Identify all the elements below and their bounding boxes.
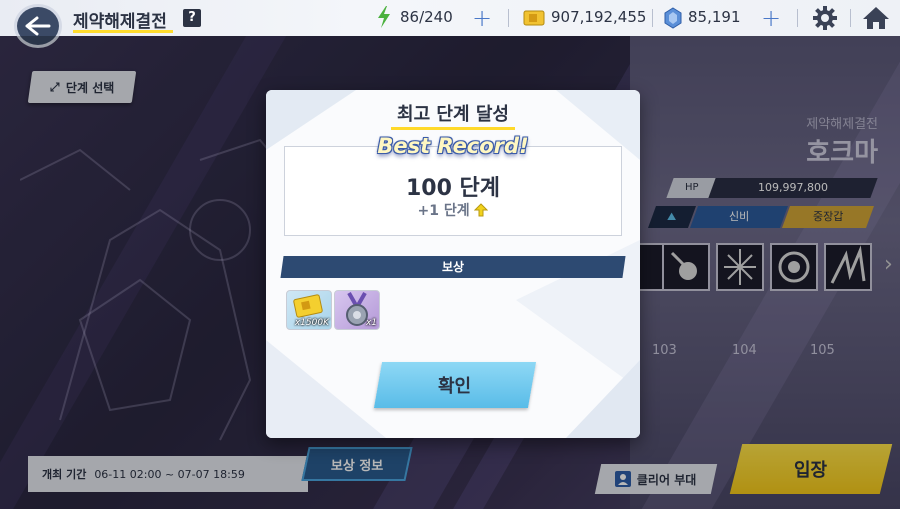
crystal-icon: [664, 7, 682, 29]
lightning-icon: [378, 6, 390, 28]
up-arrow-icon: [474, 203, 489, 217]
title-underline: [73, 30, 173, 33]
reward-qty: x1500K: [294, 318, 329, 328]
crystal-value: 85,191: [688, 8, 741, 26]
divider: [508, 9, 509, 27]
reward-header: 보상: [280, 256, 626, 278]
credit-icon: [523, 10, 545, 26]
divider: [797, 9, 798, 27]
top-bar: 제약해제결전 ? 86/240 + 907,192,455 85,191 +: [0, 0, 900, 36]
reward-item[interactable]: x1500K: [286, 290, 332, 330]
confirm-button[interactable]: 확인: [373, 362, 537, 408]
reward-item[interactable]: x1: [334, 290, 380, 330]
modal-title: 최고 단계 달성: [397, 104, 509, 125]
help-button[interactable]: ?: [183, 9, 201, 27]
arrow-left-icon: [25, 16, 51, 36]
stage-delta: +1 단계: [266, 200, 640, 220]
confirm-label: 확인: [438, 376, 472, 397]
best-record-banner: Best Record!: [377, 134, 529, 158]
gear-icon[interactable]: [812, 5, 838, 31]
stage-value: 100 단계: [405, 176, 501, 201]
title-underline: [391, 127, 515, 130]
stage-delta-text: +1 단계: [417, 203, 470, 219]
home-icon[interactable]: [862, 5, 890, 31]
add-stamina-button[interactable]: +: [472, 4, 492, 32]
stamina-value: 86/240: [400, 8, 453, 26]
reward-qty: x1: [365, 318, 377, 328]
divider: [850, 9, 851, 27]
page-title: 제약해제결전: [73, 12, 167, 32]
gold-value: 907,192,455: [551, 8, 647, 26]
record-modal: 최고 단계 달성 Best Record! 100 단계 +1 단계 보상 x1…: [266, 90, 640, 438]
divider: [652, 9, 653, 27]
reward-header-label: 보상: [441, 260, 465, 274]
add-crystal-button[interactable]: +: [761, 4, 781, 32]
